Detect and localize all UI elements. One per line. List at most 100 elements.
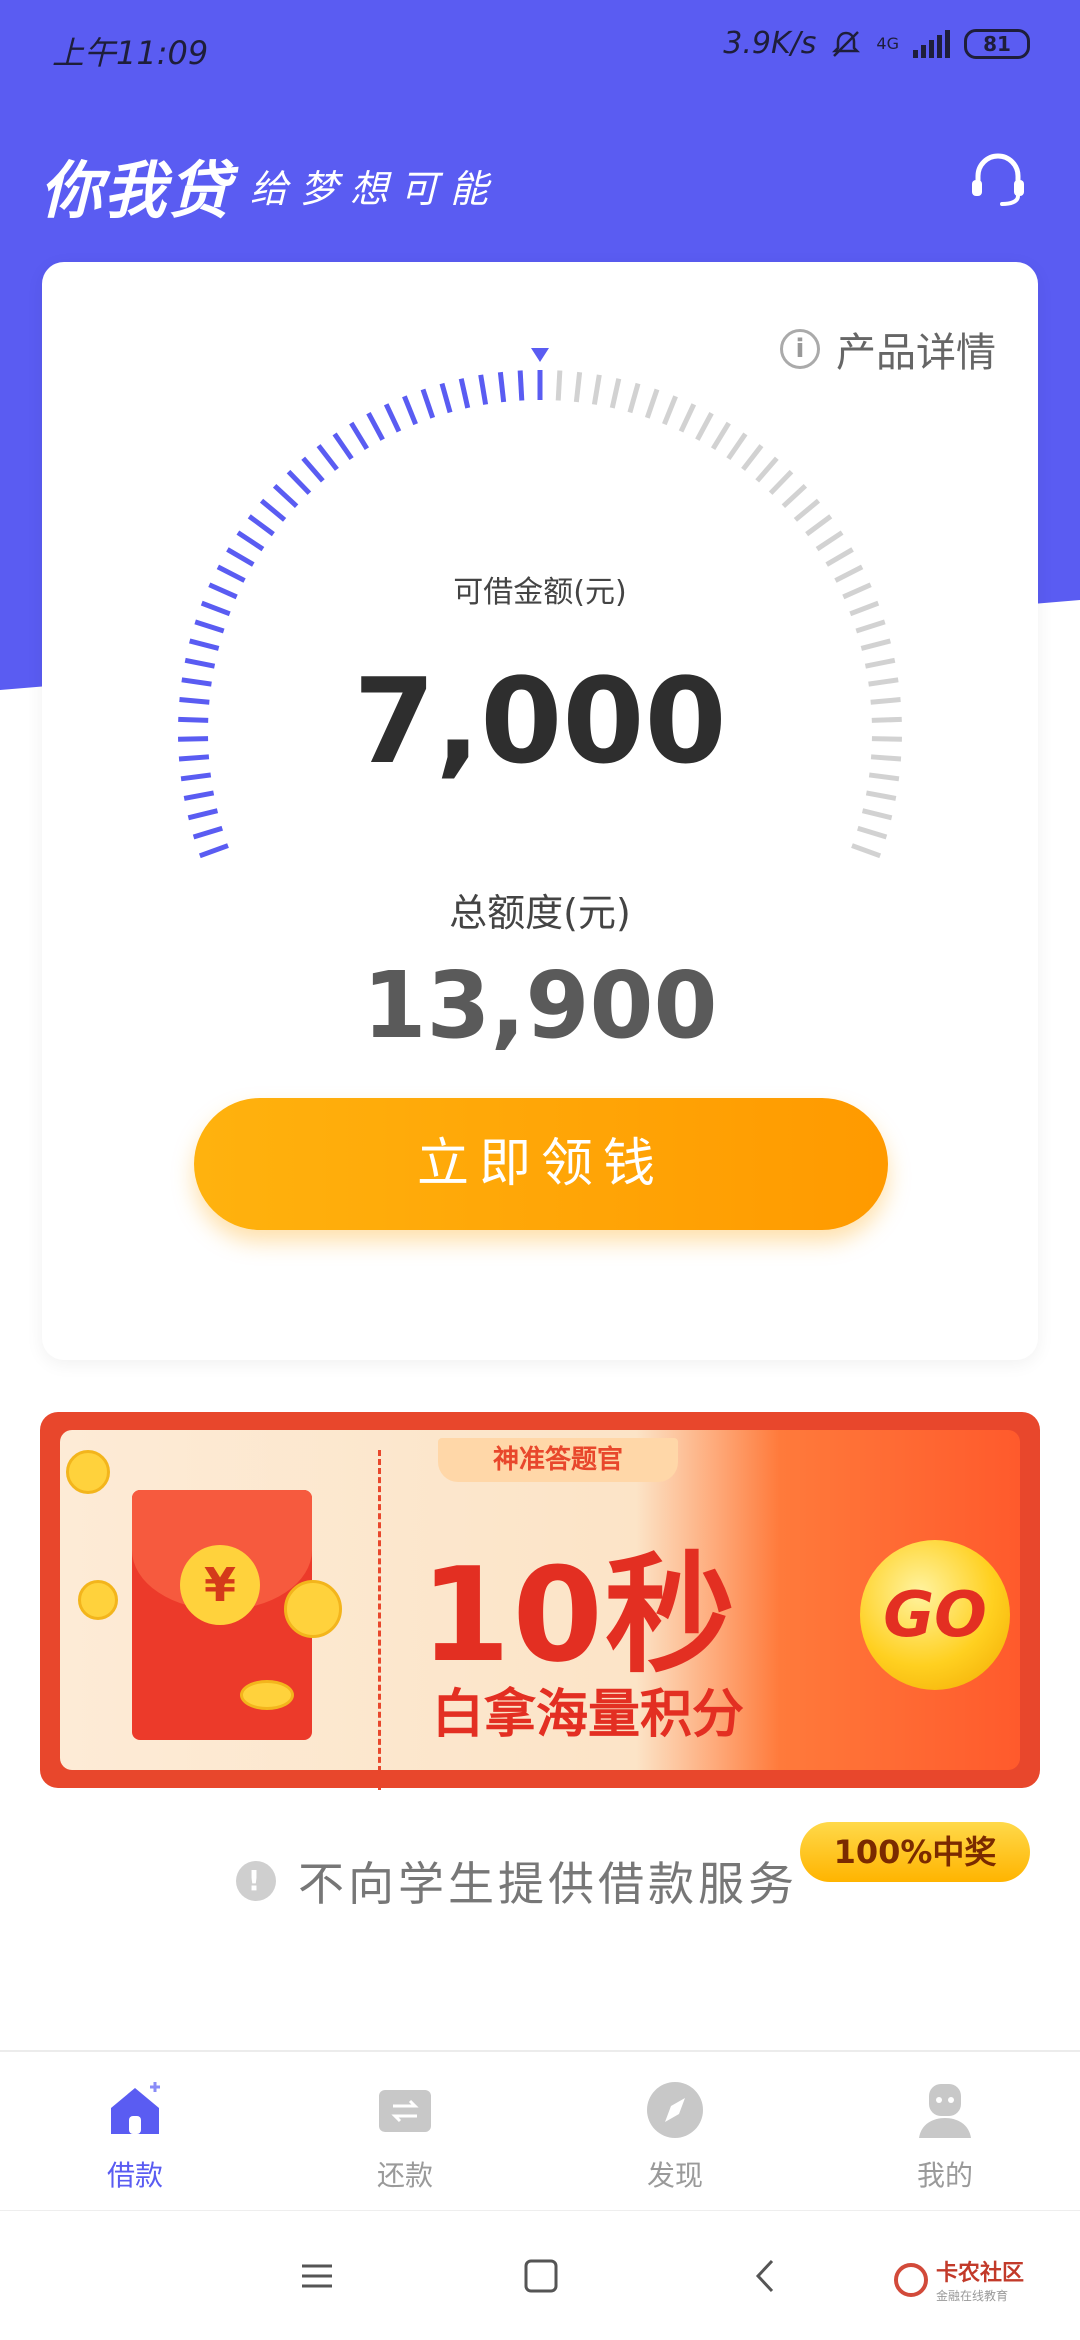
status-time: 上午11:09 [52, 34, 209, 72]
gauge-tick [861, 808, 893, 821]
coin-icon [78, 1580, 118, 1620]
tab-loan[interactable]: 借款 [0, 2052, 270, 2210]
gauge-tick [805, 514, 833, 537]
coin-icon [240, 1680, 294, 1710]
gauge-tick [755, 456, 779, 483]
gauge-tick [609, 378, 622, 409]
gauge-tick [183, 790, 215, 801]
gauge-tick [851, 843, 882, 859]
network-speed: 3.9K/s [723, 26, 817, 61]
gauge-tick [194, 619, 225, 634]
gauge-tick [478, 374, 489, 405]
gauge-marker-icon [531, 348, 549, 362]
gauge-tick [458, 378, 471, 409]
brand-logo: 你我贷 [40, 154, 233, 227]
mute-icon [832, 30, 861, 57]
gauge-tick [366, 412, 385, 441]
promo-banner[interactable]: ¥ 神准答题官 10秒 白拿海量积分 GO [40, 1412, 1040, 1790]
gauge-tick [695, 412, 714, 441]
tab-profile[interactable]: 我的 [810, 2052, 1080, 2210]
prize-badge[interactable]: 100%中奖 [800, 1822, 1030, 1882]
gauge-tick [591, 374, 602, 405]
total-label: 总额度(元) [449, 891, 631, 935]
yuan-coin-icon: ¥ [180, 1545, 260, 1625]
gauge-tick [815, 530, 844, 552]
status-bar: 上午11:09 3.9K/s 4G 81 [0, 0, 1080, 90]
watermark: 卡农社区 金融在线教育 [893, 2255, 1024, 2304]
gauge-tick [627, 382, 641, 414]
gauge-tick [860, 638, 891, 651]
gauge-tick [226, 547, 255, 567]
banner-subline: 白拿海量积分 [432, 1685, 745, 1745]
go-button[interactable]: GO [860, 1540, 1010, 1690]
gauge-tick [793, 498, 821, 522]
gauge-tick [383, 403, 402, 433]
headset-icon[interactable] [966, 146, 1030, 210]
gauge-tick [517, 370, 525, 401]
bottom-navigation: 借款 还款 发现 我的 [0, 2050, 1080, 2210]
gauge-tick [726, 432, 748, 461]
banner-headline: 10秒 [420, 1539, 737, 1691]
tab-repay-label: 还款 [376, 2159, 433, 2192]
gauge-tick [678, 403, 697, 433]
gauge-tick [573, 371, 583, 403]
tab-repay[interactable]: 还款 [270, 2052, 540, 2210]
home-button-icon[interactable] [516, 2251, 566, 2301]
gauge-tick [710, 421, 731, 451]
gauge-tick [349, 421, 370, 451]
gauge-tick [781, 483, 808, 509]
banner-tag: 神准答题官 [438, 1438, 678, 1482]
gauge-tick [855, 619, 886, 634]
battery-icon: 81 [964, 28, 1030, 59]
gauge-tick [187, 808, 219, 821]
home-icon [111, 2082, 160, 2134]
gauge-tick [825, 547, 854, 567]
total-amount: 13,900 [362, 952, 718, 1059]
network-type: 4G [876, 34, 899, 53]
gauge-tick [332, 432, 354, 461]
gauge-tick [286, 469, 312, 495]
available-label: 可借金额(元) [453, 575, 627, 610]
gauge-tick [272, 483, 299, 509]
gauge-tick [768, 469, 794, 495]
tab-profile-label: 我的 [916, 2159, 973, 2192]
menu-icon[interactable] [292, 2251, 342, 2301]
signal-icon [913, 29, 950, 58]
coin-icon [284, 1580, 342, 1638]
gauge-tick [301, 456, 325, 483]
watermark-subtitle: 金融在线教育 [935, 2289, 1008, 2303]
status-indicators: 3.9K/s 4G 81 [723, 26, 1030, 61]
gauge-tick [247, 514, 275, 537]
gauge-tick [865, 790, 897, 801]
system-navigation: 卡农社区 金融在线教育 [0, 2210, 1080, 2340]
brand-slogan: 给梦想可能 [250, 167, 501, 211]
coin-icon [66, 1450, 110, 1494]
watermark-title: 卡农社区 [935, 2261, 1024, 2286]
gauge-tick [316, 444, 339, 471]
back-icon[interactable] [742, 2251, 792, 2301]
gauge-tick [259, 498, 287, 522]
gauge-tick [402, 395, 418, 426]
gauge-tick [741, 444, 764, 471]
notice-text: 不向学生提供借款服务 [298, 1857, 798, 1911]
repay-icon [379, 2090, 431, 2132]
gauge-tick [420, 388, 436, 419]
ticket-perforation [378, 1450, 381, 1790]
gauge-tick [439, 382, 453, 414]
loan-card: i 产品详情 可借金额(元) 7,000 总额度(元) 13,900 立即领钱 [42, 262, 1038, 1360]
profile-icon [919, 2084, 971, 2138]
gauge-tick [192, 825, 223, 840]
available-amount: 7,000 [353, 652, 727, 790]
gauge-tick [555, 370, 563, 401]
tab-discover[interactable]: 发现 [540, 2052, 810, 2210]
watermark-logo-icon [893, 2262, 928, 2297]
compass-icon [647, 2082, 703, 2138]
gauge-tick [662, 395, 678, 426]
claim-money-button[interactable]: 立即领钱 [194, 1098, 888, 1230]
student-notice: ! 不向学生提供借款服务 [236, 1848, 798, 1914]
tab-loan-label: 借款 [106, 2159, 163, 2192]
app-header: 你我贷 给梦想可能 [40, 140, 1040, 227]
gauge-tick [198, 843, 229, 859]
gauge-tick [236, 530, 265, 552]
banner-ticket: ¥ 神准答题官 10秒 白拿海量积分 GO [60, 1430, 1020, 1790]
